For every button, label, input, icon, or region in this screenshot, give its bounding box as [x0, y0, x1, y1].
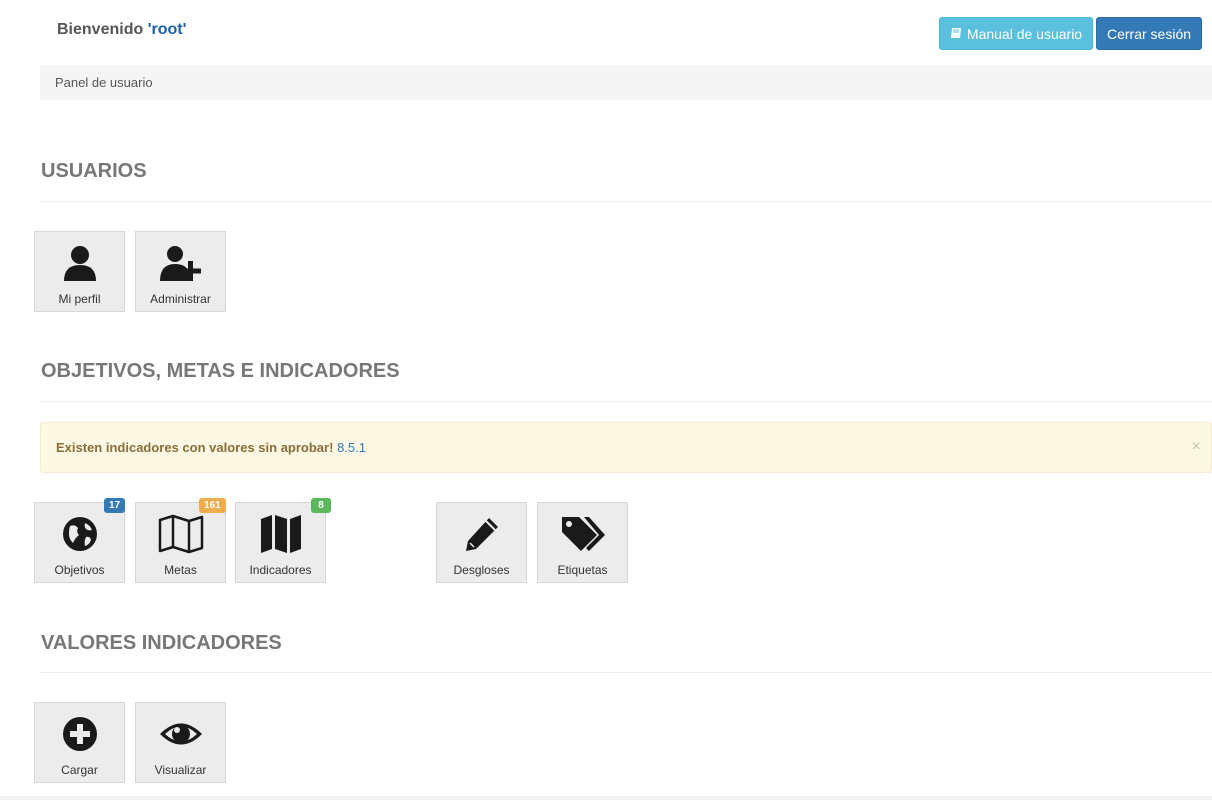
tile-objetivos[interactable]: 17 Objetivos — [34, 498, 126, 583]
tile-etiquetas[interactable]: Etiquetas — [537, 502, 628, 583]
tags-icon — [559, 510, 607, 558]
tile-label: Cargar — [61, 763, 98, 777]
user-icon — [56, 239, 104, 287]
section-title-objetivos: OBJETIVOS, METAS E INDICADORES — [41, 360, 400, 382]
section-title-usuarios: USUARIOS — [41, 160, 147, 182]
section-divider — [40, 672, 1212, 673]
tile-label: Desgloses — [453, 563, 510, 577]
count-badge: 17 — [104, 498, 126, 513]
count-badge: 8 — [311, 498, 331, 513]
user-manual-label: Manual de usuario — [966, 25, 1083, 42]
book-icon — [950, 26, 962, 42]
section-divider — [40, 201, 1212, 202]
tile-label: Objetivos — [54, 563, 105, 577]
tile-label: Mi perfil — [58, 292, 101, 306]
tile-label: Etiquetas — [557, 563, 608, 577]
pending-approval-alert: Existen indicadores con valores sin apro… — [40, 422, 1212, 473]
tile-mi-perfil[interactable]: Mi perfil — [34, 231, 125, 312]
tile-desgloses[interactable]: Desgloses — [436, 502, 527, 583]
welcome-prefix: Bienvenido — [57, 21, 148, 38]
eye-icon — [157, 710, 205, 758]
plus-circle-icon — [56, 710, 104, 758]
pencil-icon — [458, 510, 506, 558]
tile-label: Metas — [164, 563, 197, 577]
tile-visualizar[interactable]: Visualizar — [135, 702, 226, 783]
map-outline-icon — [157, 510, 205, 558]
breadcrumb: Panel de usuario — [40, 65, 1212, 100]
globe-icon — [56, 510, 104, 558]
tile-administrar[interactable]: Administrar — [135, 231, 226, 312]
tile-indicadores[interactable]: 8 Indicadores — [235, 498, 331, 583]
user-manual-button[interactable]: Manual de usuario — [939, 17, 1093, 50]
tile-label: Visualizar — [154, 763, 207, 777]
tile-label: Administrar — [150, 292, 211, 306]
footer-bar — [0, 796, 1212, 800]
tile-label: Indicadores — [249, 563, 312, 577]
welcome-message: Bienvenido 'root' — [57, 21, 186, 39]
welcome-username: 'root' — [147, 21, 187, 38]
map-solid-icon — [257, 510, 305, 558]
count-badge: 161 — [199, 498, 226, 513]
logout-button[interactable]: Cerrar sesión — [1096, 17, 1202, 50]
user-add-icon — [157, 239, 205, 287]
alert-indicator-link[interactable]: 8.5.1 — [337, 440, 366, 455]
alert-message: Existen indicadores con valores sin apro… — [56, 440, 334, 455]
tile-metas[interactable]: 161 Metas — [135, 498, 226, 583]
tile-cargar[interactable]: Cargar — [34, 702, 125, 783]
close-icon[interactable]: × — [1192, 438, 1201, 456]
section-title-valores: VALORES INDICADORES — [41, 632, 282, 654]
section-divider — [40, 401, 1212, 402]
